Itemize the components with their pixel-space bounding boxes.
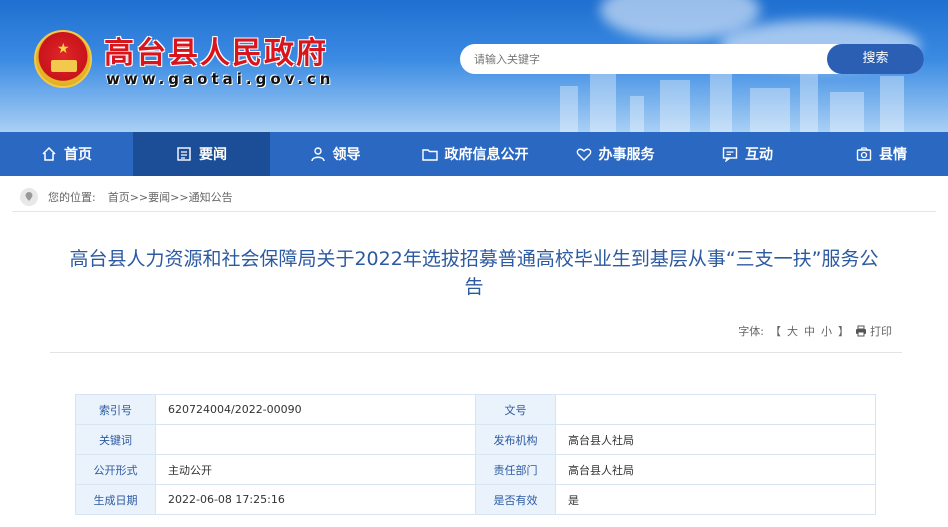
building-decoration [750,88,790,132]
font-bracket-open: 【 [770,325,781,338]
nav-item-label: 要闻 [199,147,227,163]
meta-value: 2022-06-08 17:25:16 [155,484,476,515]
national-emblem-logo[interactable]: ★ [34,30,92,88]
folder-icon [421,149,438,161]
font-small-button[interactable]: 小 [821,323,832,339]
meta-value: 是 [555,484,876,515]
font-label: 字体: [738,325,764,338]
building-decoration [560,86,578,132]
nav-item-label: 互动 [745,147,773,163]
main-nav: 首页 要闻 领导 政府信息公开 办事服务 互动 县情 [0,132,948,176]
building-decoration [880,76,904,132]
nav-item-home[interactable]: 首页 [0,132,133,176]
nav-item-leaders[interactable]: 领导 [270,132,400,176]
table-row: 生成日期 2022-06-08 17:25:16 是否有效 是 [75,484,876,515]
meta-key: 发布机构 [475,424,556,455]
meta-value: 高台县人社局 [555,424,876,455]
location-icon [20,187,38,206]
building-decoration [590,68,616,132]
gate-icon [51,60,77,72]
meta-key: 关键词 [75,424,156,455]
meta-value [555,394,876,425]
table-row: 关键词 发布机构 高台县人社局 [75,424,876,455]
nav-item-services[interactable]: 办事服务 [550,132,680,176]
nav-item-label: 办事服务 [598,147,655,163]
star-icon: ★ [57,41,70,57]
document-meta-table: 索引号 620724004/2022-00090 文号 关键词 发布机构 高台县… [75,394,876,515]
breadcrumb: 您的位置: 首页>>要闻>>通知公告 [12,182,936,212]
breadcrumb-path[interactable]: 首页>>要闻>>通知公告 [108,189,233,205]
font-medium-button[interactable]: 中 [804,323,815,339]
site-url: www.gaotai.gov.cn [106,70,335,88]
printer-icon [856,325,866,337]
news-icon [177,147,191,161]
search-input[interactable] [474,50,814,68]
nav-item-news[interactable]: 要闻 [133,132,270,176]
nav-item-county[interactable]: 县情 [815,132,948,176]
meta-value: 主动公开 [155,454,476,485]
building-decoration [630,96,644,132]
meta-key: 生成日期 [75,484,156,515]
camera-icon [856,147,872,161]
print-button[interactable]: 打印 [855,323,892,339]
font-bracket-close: 】 [838,325,849,338]
table-row: 索引号 620724004/2022-00090 文号 [75,394,876,425]
meta-value: 高台县人社局 [555,454,876,485]
user-icon [310,147,325,162]
meta-key: 责任部门 [475,454,556,485]
building-decoration [660,80,690,132]
font-large-button[interactable]: 大 [787,323,798,339]
search-button[interactable]: 搜索 [827,44,924,74]
site-name[interactable]: 高台县人民政府 [104,28,328,72]
chat-icon [722,147,738,162]
meta-key: 文号 [475,394,556,425]
nav-item-interaction[interactable]: 互动 [680,132,815,176]
meta-key: 公开形式 [75,454,156,485]
article-title: 高台县人力资源和社会保障局关于2022年选拔招募普通高校毕业生到基层从事“三支一… [69,248,879,298]
nav-item-gov-info[interactable]: 政府信息公开 [400,132,550,176]
building-decoration [800,72,818,132]
divider [50,352,902,353]
meta-key: 索引号 [75,394,156,425]
heart-icon [576,148,591,161]
nav-item-label: 政府信息公开 [444,147,529,163]
nav-item-label: 首页 [64,147,92,163]
meta-key: 是否有效 [475,484,556,515]
meta-value [155,424,476,455]
print-label: 打印 [870,325,892,338]
nav-item-label: 领导 [332,147,361,163]
table-row: 公开形式 主动公开 责任部门 高台县人社局 [75,454,876,485]
building-decoration [830,92,864,132]
meta-value: 620724004/2022-00090 [155,394,476,425]
nav-item-label: 县情 [879,147,907,163]
font-size-bar: 字体: 【 大 中 小 】 打印 [738,323,892,339]
breadcrumb-label: 您的位置: [48,190,96,204]
home-icon [42,146,56,161]
